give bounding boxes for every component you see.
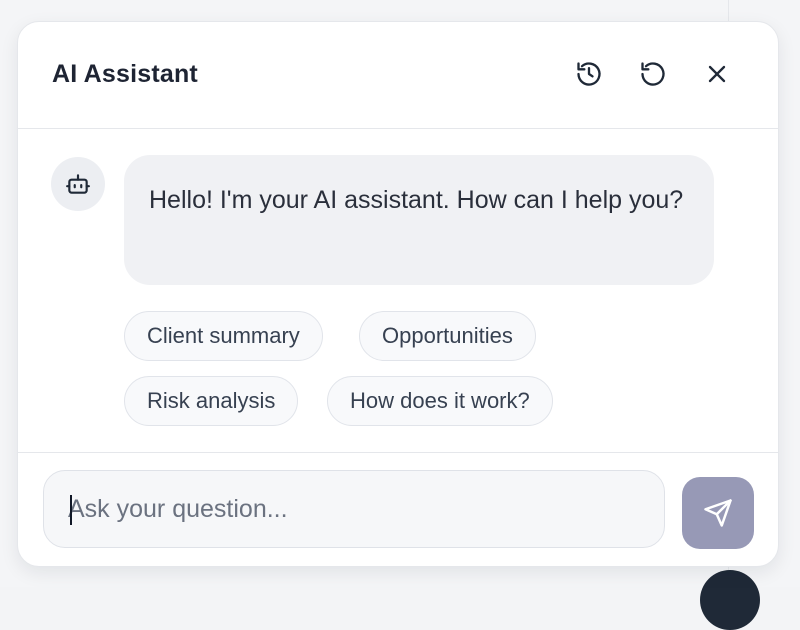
refresh-icon [641, 62, 665, 86]
reset-conversation-button[interactable] [633, 54, 673, 94]
history-icon [577, 62, 601, 86]
history-button[interactable] [569, 54, 609, 94]
assistant-message-bubble: Hello! I'm your AI assistant. How can I … [124, 155, 714, 285]
panel-title: AI Assistant [52, 60, 198, 88]
panel-header: AI Assistant [18, 22, 778, 129]
suggestion-chip-client-summary[interactable]: Client summary [124, 311, 323, 361]
assistant-avatar [51, 157, 105, 211]
close-icon [708, 65, 726, 83]
close-button[interactable] [697, 54, 737, 94]
send-icon [704, 499, 732, 527]
question-input[interactable] [44, 471, 664, 547]
bot-icon [66, 174, 90, 194]
send-button[interactable] [682, 477, 754, 549]
ai-assistant-panel: AI Assistant Hello! I'm your AI assistan… [17, 21, 779, 567]
text-caret [70, 495, 72, 525]
suggestion-chip-how-does-it-work[interactable]: How does it work? [327, 376, 553, 426]
question-input-wrapper [43, 470, 665, 548]
composer-area [18, 452, 778, 566]
suggestion-chip-opportunities[interactable]: Opportunities [359, 311, 536, 361]
floating-launcher-button[interactable] [700, 570, 760, 630]
suggestion-chip-risk-analysis[interactable]: Risk analysis [124, 376, 299, 426]
